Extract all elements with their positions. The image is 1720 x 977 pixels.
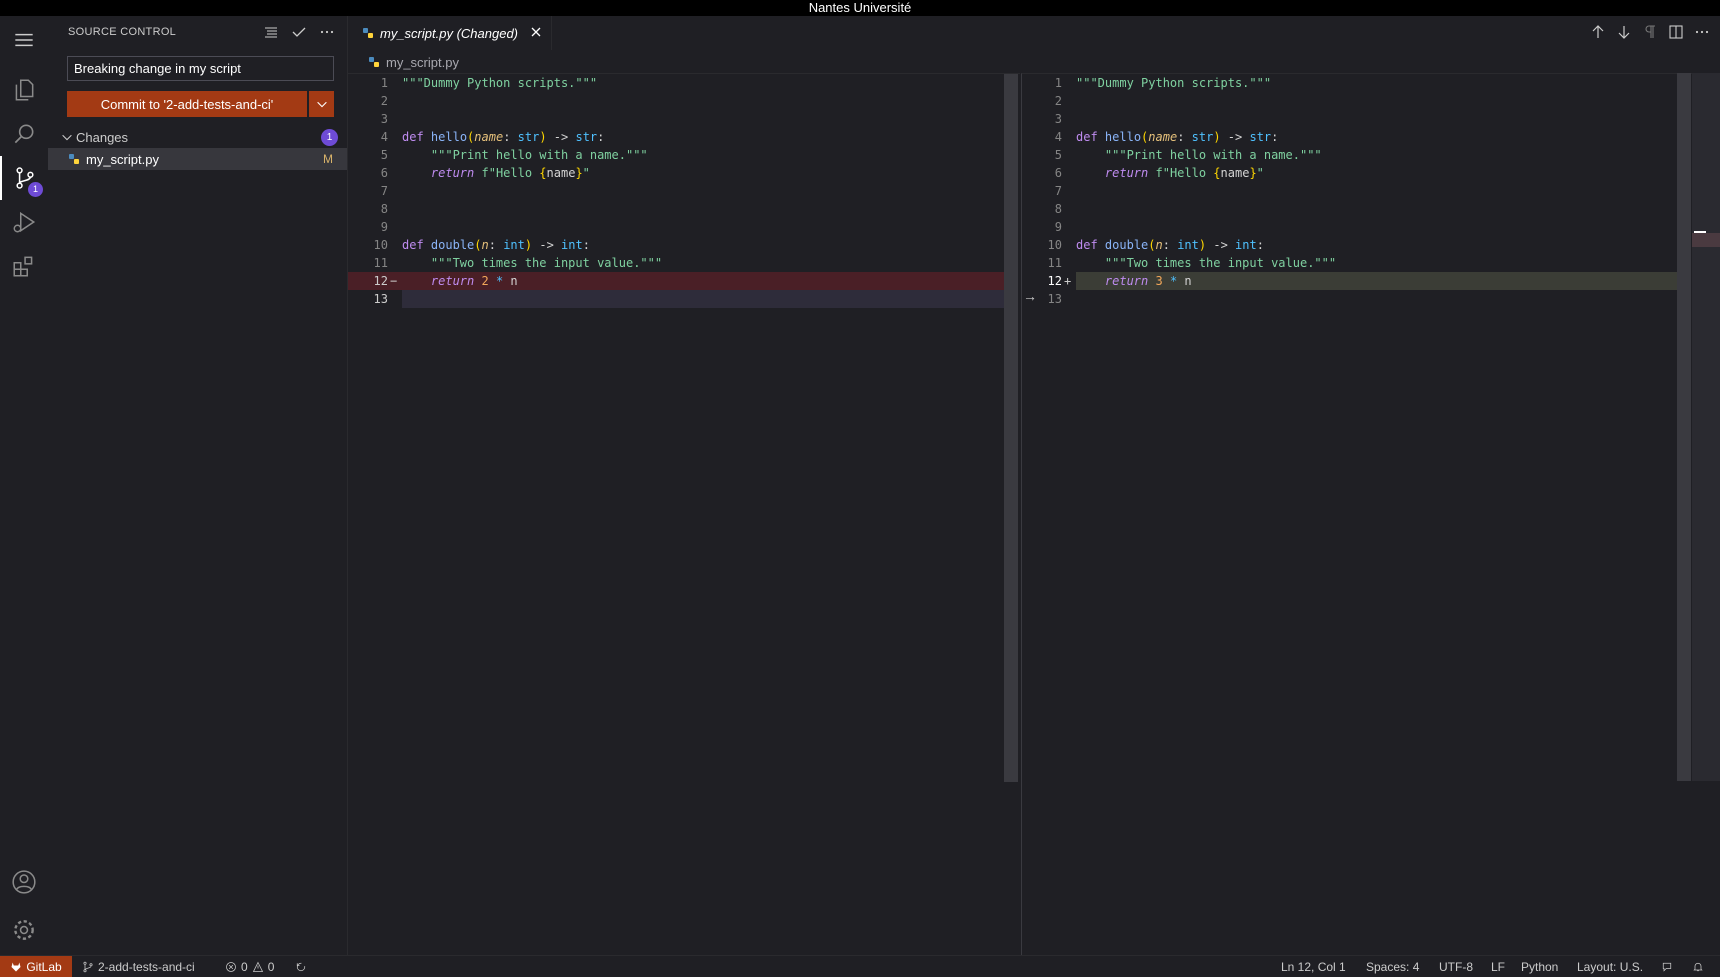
code-line: 10 def double(n: int) -> int: [1047, 238, 1264, 252]
commit-button[interactable]: Commit to '2-add-tests-and-ci' [67, 91, 307, 117]
code-line: 4 def hello(name: str) -> str: [1054, 130, 1279, 144]
git-branch-icon [83, 961, 93, 972]
next-change-icon[interactable] [1616, 24, 1632, 45]
editor-tabs: my_script.py (Changed) [348, 16, 1720, 50]
code-line: 2 [1054, 94, 1062, 108]
language-mode[interactable]: Python [1521, 956, 1558, 977]
gitlab-remote-button[interactable]: GitLab [0, 956, 72, 977]
panel-title: SOURCE CONTROL [68, 26, 177, 38]
diff-overview-ruler[interactable] [1692, 73, 1720, 781]
tab-my-script-diff[interactable]: my_script.py (Changed) [348, 16, 552, 50]
scrollbar[interactable] [1677, 73, 1691, 781]
error-icon [226, 961, 236, 972]
changed-file-item[interactable]: my_script.py M [48, 148, 347, 170]
code-line: 5 """Print hello with a name.""" [1054, 148, 1322, 162]
code-line: 9 [380, 220, 388, 234]
commit-message-input[interactable] [67, 56, 334, 81]
code-line: 3 [1054, 112, 1062, 126]
error-count: 0 [241, 959, 248, 974]
editor-actions [1590, 24, 1710, 45]
chevron-down-icon [316, 101, 327, 108]
code-line: 7 [1054, 184, 1062, 198]
previous-change-icon[interactable] [1590, 24, 1606, 45]
settings-gear-icon[interactable] [0, 908, 48, 952]
code-line: 11 """Two times the input value.""" [373, 256, 663, 270]
run-debug-icon[interactable] [0, 200, 48, 244]
python-file-icon [69, 154, 79, 164]
whitespace-toggle-icon[interactable] [1642, 24, 1658, 45]
code-line: 7 [380, 184, 388, 198]
tab-label: my_script.py (Changed) [380, 25, 518, 41]
encoding[interactable]: UTF-8 [1439, 956, 1473, 977]
problems-indicator[interactable]: 0 0 [225, 956, 274, 977]
feedback-icon[interactable] [1661, 956, 1673, 977]
changed-file-name: my_script.py [86, 151, 159, 167]
original-pane[interactable]: 1 """Dummy Python scripts.""" 2 3 4 def he… [348, 73, 1020, 955]
extensions-icon[interactable] [0, 244, 48, 288]
notifications-bell-icon[interactable] [1692, 956, 1704, 977]
code-line: 8 [1054, 202, 1062, 216]
changes-group[interactable]: Changes 1 [60, 126, 348, 148]
modified-pane[interactable]: 1 """Dummy Python scripts.""" 2 3 4 def he… [1021, 73, 1720, 955]
scrollbar[interactable] [1004, 74, 1018, 782]
commit-check-icon[interactable] [291, 24, 307, 45]
code-line: 13 [373, 292, 388, 306]
warning-count: 0 [267, 959, 275, 974]
more-actions-icon[interactable] [1694, 24, 1710, 45]
code-line: 5 """Print hello with a name.""" [380, 148, 648, 162]
code-line: 11 """Two times the input value.""" [1047, 256, 1337, 270]
status-bar: GitLab 2-add-tests-and-ci 0 0 Ln 12, Col… [0, 955, 1720, 977]
diff-editor: my_script.py (Changed) my_script.py 1 """… [348, 16, 1720, 955]
window-title: Nantes Université [0, 0, 1720, 16]
split-editor-icon[interactable] [1668, 24, 1684, 45]
view-as-list-icon[interactable] [263, 24, 279, 45]
code-line: 9 [1054, 220, 1062, 234]
panel-actions [263, 24, 335, 45]
source-control-panel: SOURCE CONTROL Commit to '2-add-tests-an… [48, 16, 348, 955]
scm-badge: 1 [28, 182, 43, 197]
python-file-icon [363, 28, 373, 38]
gitlab-icon [11, 962, 21, 971]
inserted-line: 12 + return 3 * n [1047, 274, 1192, 288]
changes-count-badge: 1 [321, 129, 338, 146]
search-icon[interactable] [0, 112, 48, 156]
cursor-position[interactable]: Ln 12, Col 1 [1281, 956, 1346, 977]
commit-dropdown-button[interactable] [309, 91, 334, 117]
indentation[interactable]: Spaces: 4 [1366, 956, 1419, 977]
branch-name: 2-add-tests-and-ci [98, 959, 195, 974]
menu-icon[interactable] [0, 18, 48, 62]
code-line: 10 def double(n: int) -> int: [373, 238, 590, 252]
remote-label: GitLab [26, 959, 62, 974]
explorer-icon[interactable] [0, 68, 48, 112]
code-line: 3 [380, 112, 388, 126]
breadcrumb[interactable]: my_script.py [368, 52, 459, 72]
chevron-down-icon [62, 134, 72, 141]
code-line: 13 [1047, 292, 1062, 306]
account-icon[interactable] [0, 860, 48, 904]
source-control-icon[interactable]: 1 [0, 156, 48, 200]
more-actions-icon[interactable] [319, 24, 335, 45]
file-status-modified: M [323, 152, 333, 166]
changes-label: Changes [76, 129, 129, 145]
code-line: 6 return f"Hello {name}" [1054, 166, 1264, 180]
deleted-line: 12− return 2 * n [348, 272, 1004, 290]
line-ending[interactable]: LF [1491, 956, 1505, 977]
branch-indicator[interactable]: 2-add-tests-and-ci [82, 956, 195, 977]
code-line: 2 [380, 94, 388, 108]
python-file-icon [369, 57, 379, 67]
activity-bar: 1 [0, 16, 48, 955]
breadcrumb-file: my_script.py [386, 54, 459, 70]
sync-icon[interactable] [295, 956, 307, 977]
keyboard-layout[interactable]: Layout: U.S. [1577, 956, 1643, 977]
code-line: 4 def hello(name: str) -> str: [380, 130, 605, 144]
code-line: 6 return f"Hello {name}" [380, 166, 590, 180]
code-line: 1 """Dummy Python scripts.""" [380, 76, 598, 90]
warning-icon [252, 961, 263, 972]
code-line: 8 [380, 202, 388, 216]
close-icon[interactable] [529, 25, 543, 39]
code-line: 1 """Dummy Python scripts.""" [1054, 76, 1272, 90]
